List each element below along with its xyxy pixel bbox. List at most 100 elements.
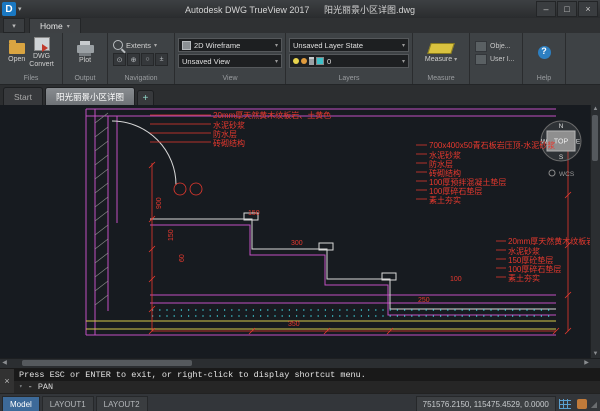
open-label: Open [8, 56, 25, 64]
app-title: Autodesk DWG TrueView 2017 [185, 5, 309, 15]
tab-home[interactable]: Home ▾ [29, 18, 81, 33]
printer-icon [77, 45, 94, 53]
scroll-left-icon[interactable]: ◀ [0, 359, 9, 368]
command-prompt-line[interactable]: ▾ - PAN [14, 381, 600, 393]
canvas-annotation: 防水层 [429, 161, 453, 169]
app-menu-button[interactable]: ▾ [3, 18, 25, 33]
convert-label-1: DWG [33, 53, 50, 61]
canvas-annotation: 900 [156, 197, 163, 209]
named-view-dropdown[interactable]: Unsaved View ▾ [178, 54, 282, 68]
plot-label: Plot [79, 57, 91, 65]
pan-tool-button[interactable]: ⊙ [113, 53, 126, 66]
panel-label-blank [470, 73, 522, 84]
ruler-icon [427, 43, 455, 54]
user-interface-button[interactable]: User I... [475, 54, 515, 65]
zoom-extents-button[interactable]: Extents ▾ [113, 40, 169, 50]
annotation-monitor-icon[interactable] [577, 399, 587, 409]
scroll-right-icon[interactable]: ▶ [582, 359, 591, 368]
layout2-tab[interactable]: LAYOUT2 [96, 396, 148, 411]
canvas-annotation: 350 [288, 321, 300, 328]
measure-button[interactable]: Measure ▾ [425, 43, 457, 63]
new-tab-button[interactable]: + [137, 90, 154, 105]
objects-label: Obje... [490, 43, 511, 50]
canvas-annotation: 60 [179, 254, 186, 262]
zoom-scale-button[interactable]: ± [155, 53, 168, 66]
canvas-annotation: 砖砌结构 [213, 140, 245, 148]
visual-style-value: 2D Wireframe [194, 41, 240, 50]
canvas-annotation: 20mm厚天然黄木纹板岩 [508, 238, 594, 246]
document-title: 阳光丽景小区详图.dwg [324, 5, 415, 15]
layout1-tab[interactable]: LAYOUT1 [42, 396, 94, 411]
panel-label-view: View [175, 73, 285, 84]
visual-style-dropdown[interactable]: 2D Wireframe ▾ [178, 38, 282, 52]
panel-label-measure: Measure [413, 73, 469, 84]
layer-dropdown[interactable]: 0 ▾ [289, 54, 409, 68]
canvas-annotation: 水泥砂浆 [508, 248, 540, 256]
minimize-button[interactable]: – [536, 1, 556, 17]
help-button[interactable]: ? [538, 46, 551, 61]
drawing-canvas[interactable]: TOP N E S W WCS 20mm厚天然黄木纹板岩、土黄色水泥砂浆防水层砖… [0, 105, 600, 368]
panel-navigation: Extents ▾ ⊙ ⊕ ○ ± Navigation [108, 33, 175, 84]
canvas-annotation: 水泥砂浆 [429, 152, 461, 160]
layer-on-icon [293, 58, 299, 64]
annotation-layer: 20mm厚天然黄木纹板岩、土黄色水泥砂浆防水层砖砌结构700x400x50青石板… [0, 105, 600, 359]
resize-grip-icon[interactable]: ◢ [591, 400, 597, 409]
horizontal-scroll-thumb[interactable] [22, 360, 192, 366]
panel-collapsed-group: Obje... User I... [470, 33, 523, 84]
title-bar: D ▾ Autodesk DWG TrueView 2017 阳光丽景小区详图.… [0, 0, 600, 18]
zoom-tool-button[interactable]: ⊕ [127, 53, 140, 66]
command-close-button[interactable]: × [0, 369, 14, 393]
vertical-scrollbar[interactable]: ▲ ▼ [590, 105, 600, 359]
app-logo-icon[interactable]: D [2, 2, 16, 16]
chevron-down-icon: ▾ [67, 23, 70, 30]
dwg-convert-button[interactable]: DWG Convert [29, 37, 54, 68]
scroll-up-icon[interactable]: ▲ [591, 105, 600, 114]
magnifier-icon [113, 40, 123, 50]
user-interface-icon [475, 54, 487, 65]
panel-label-files: Files [0, 73, 62, 84]
named-view-value: Unsaved View [182, 57, 230, 66]
grid-icon[interactable] [559, 399, 571, 409]
horizontal-scrollbar[interactable]: ◀ ▶ [0, 358, 600, 368]
canvas-annotation: 100厚预拌混凝土垫层 [429, 179, 506, 187]
plot-button[interactable]: Plot [77, 41, 94, 65]
layer-thaw-icon [301, 58, 307, 64]
layer-state-dropdown[interactable]: Unsaved Layer State ▾ [289, 38, 409, 52]
command-prompt-text: - PAN [28, 381, 54, 393]
canvas-annotation: 素土夯实 [429, 197, 461, 205]
canvas-annotation: 150厚砼垫层 [508, 257, 553, 265]
panel-label-output: Output [63, 73, 107, 84]
layer-lock-icon [309, 57, 314, 65]
doc-tab-active[interactable]: 阳光丽景小区详图 [45, 87, 135, 105]
maximize-button[interactable]: □ [557, 1, 577, 17]
command-prompt-icon[interactable]: ▾ [19, 381, 23, 393]
convert-icon [34, 37, 50, 51]
document-tab-bar: Start 阳光丽景小区详图 + [0, 85, 600, 105]
command-history-line: Press ESC or ENTER to exit, or right-cli… [14, 369, 600, 381]
canvas-annotation: 250 [418, 297, 430, 304]
canvas-annotation: 20mm厚天然黄木纹板岩、土黄色 [213, 112, 331, 120]
layer-name-value: 0 [327, 57, 331, 66]
help-icon: ? [538, 46, 551, 59]
doc-tab-start[interactable]: Start [3, 87, 43, 105]
coordinate-readout: 751576.2150, 115475.4529, 0.0000 [416, 396, 556, 411]
vertical-scroll-thumb[interactable] [592, 115, 598, 161]
convert-label-2: Convert [29, 61, 54, 69]
canvas-annotation: 素土夯实 [508, 275, 540, 283]
orbit-tool-button[interactable]: ○ [141, 53, 154, 66]
panel-label-layers: Layers [286, 73, 412, 84]
chevron-down-icon: ▾ [398, 58, 405, 65]
canvas-annotation: 300 [291, 240, 303, 247]
panel-layers: Unsaved Layer State ▾ 0 ▾ Layers [286, 33, 413, 84]
chevron-down-icon: ▾ [454, 57, 457, 63]
ribbon: Open DWG Convert Files Plot Output [0, 33, 600, 85]
model-tab[interactable]: Model [2, 396, 40, 411]
close-button[interactable]: × [578, 1, 598, 17]
canvas-annotation: 防水层 [213, 131, 237, 139]
ribbon-tab-row: ▾ Home ▾ [0, 18, 600, 33]
app-menu-dropdown-icon[interactable]: ▾ [18, 5, 22, 13]
panel-measure: Measure ▾ Measure [413, 33, 470, 84]
objects-button[interactable]: Obje... [475, 41, 511, 52]
open-button[interactable]: Open [8, 43, 25, 64]
status-bar: Model LAYOUT1 LAYOUT2 751576.2150, 11547… [0, 393, 600, 411]
